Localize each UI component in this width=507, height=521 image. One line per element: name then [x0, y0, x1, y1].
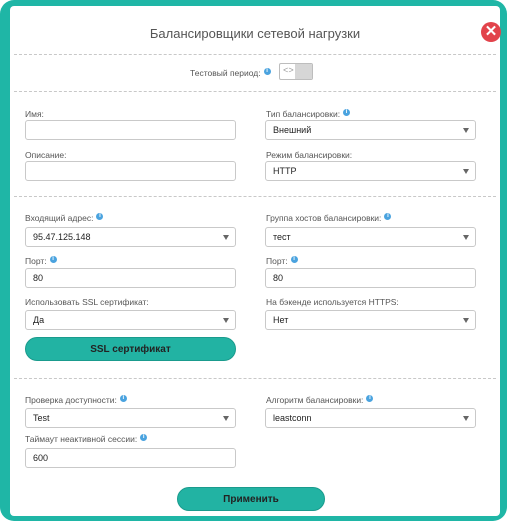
description-field[interactable]: [25, 161, 236, 181]
health-check-value: Test: [33, 413, 50, 423]
name-field[interactable]: [25, 120, 236, 140]
description-label: Описание:: [25, 150, 67, 160]
host-group-value: тест: [273, 232, 291, 242]
divider: [14, 91, 496, 92]
chevron-down-icon: [463, 128, 469, 133]
backend-https-label: На бэкенде используется HTTPS:: [266, 297, 399, 307]
use-ssl-value: Да: [33, 315, 45, 325]
divider: [14, 378, 496, 379]
host-group-label: Группа хостов балансировки: i: [266, 213, 392, 223]
chevron-down-icon: [463, 318, 469, 323]
ssl-certificate-button[interactable]: SSL сертификат: [25, 337, 236, 361]
info-icon[interactable]: i: [343, 109, 351, 116]
apply-button[interactable]: Применить: [177, 487, 325, 511]
info-icon[interactable]: i: [96, 213, 104, 220]
incoming-address-select[interactable]: 95.47.125.148: [25, 227, 236, 247]
toggle-knob: [295, 64, 312, 79]
algorithm-value: leastconn: [273, 413, 312, 423]
info-icon[interactable]: i: [119, 395, 127, 402]
info-icon[interactable]: i: [290, 256, 298, 263]
info-icon[interactable]: i: [263, 68, 271, 75]
algorithm-label: Алгоритм балансировки: i: [266, 395, 374, 405]
backend-https-select[interactable]: Нет: [265, 310, 476, 330]
balancing-mode-label: Режим балансировки:: [266, 150, 353, 160]
health-check-label: Проверка доступности: i: [25, 395, 127, 405]
backend-port-field[interactable]: 80: [265, 268, 476, 288]
chevron-down-icon: [223, 416, 229, 421]
algorithm-select[interactable]: leastconn: [265, 408, 476, 428]
balancing-type-value: Внешний: [273, 125, 312, 135]
code-icon: <>: [283, 66, 294, 76]
dialog-title: Балансировщики сетевой нагрузки: [149, 26, 361, 41]
incoming-address-label: Входящий адрес: i: [25, 213, 104, 223]
info-icon[interactable]: i: [140, 434, 148, 441]
chevron-down-icon: [223, 318, 229, 323]
divider: [14, 196, 496, 197]
load-balancer-dialog: Балансировщики сетевой нагрузки ✕ Тестов…: [10, 6, 501, 516]
info-icon[interactable]: i: [49, 256, 57, 263]
divider: [14, 54, 496, 55]
timeout-label: Таймаут неактивной сессии: i: [25, 434, 148, 444]
info-icon[interactable]: i: [384, 213, 392, 220]
use-ssl-label: Использовать SSL сертификат:: [25, 297, 149, 307]
port-field[interactable]: 80: [25, 268, 236, 288]
chevron-down-icon: [463, 235, 469, 240]
timeout-field[interactable]: 600: [25, 448, 236, 468]
use-ssl-select[interactable]: Да: [25, 310, 236, 330]
host-group-select[interactable]: тест: [265, 227, 476, 247]
balancing-type-label: Тип балансировки: i: [266, 109, 351, 119]
chevron-down-icon: [463, 169, 469, 174]
test-period-toggle[interactable]: <>: [279, 63, 313, 80]
balancing-mode-value: HTTP: [273, 166, 297, 176]
balancing-mode-select[interactable]: HTTP: [265, 161, 476, 181]
test-period-label: Тестовый период: i: [190, 68, 271, 78]
backend-https-value: Нет: [273, 315, 289, 325]
info-icon[interactable]: i: [366, 395, 374, 402]
chevron-down-icon: [223, 235, 229, 240]
close-icon[interactable]: ✕: [481, 22, 501, 42]
incoming-address-value: 95.47.125.148: [33, 232, 91, 242]
health-check-select[interactable]: Test: [25, 408, 236, 428]
balancing-type-select[interactable]: Внешний: [265, 120, 476, 140]
chevron-down-icon: [463, 416, 469, 421]
backend-port-label: Порт: i: [266, 256, 298, 266]
name-label: Имя:: [25, 109, 44, 119]
port-label: Порт: i: [25, 256, 57, 266]
